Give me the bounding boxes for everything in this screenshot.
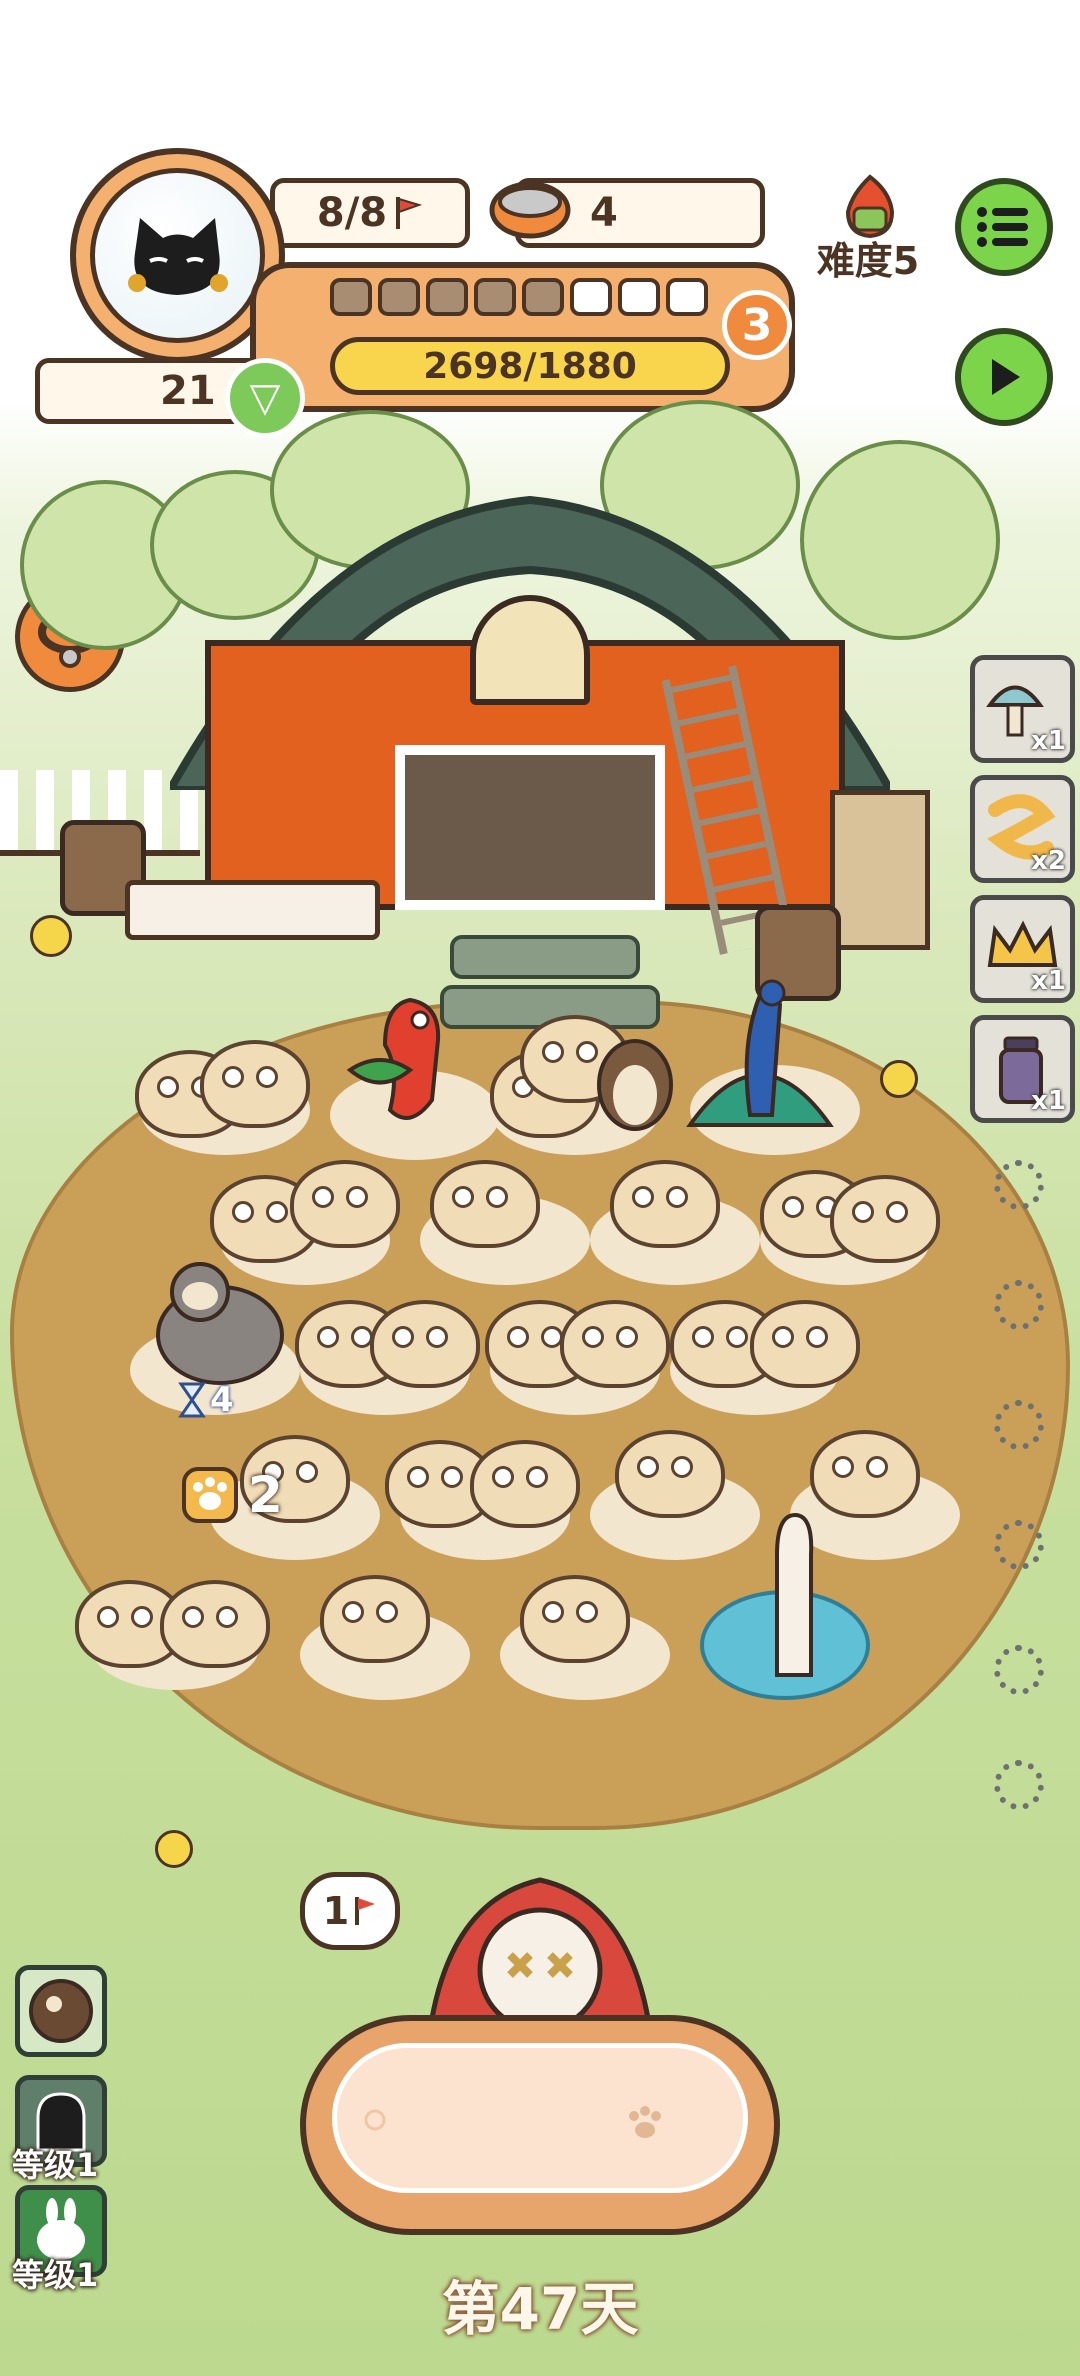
sun-icon <box>364 2109 386 2131</box>
stone-slab <box>450 935 640 979</box>
black-cat-icon <box>128 218 228 295</box>
item-count: x1 <box>1031 966 1066 996</box>
jester-character[interactable] <box>370 1860 710 2030</box>
day-label: 第47天 <box>441 2275 639 2343</box>
item-slot-jar[interactable]: x1 <box>970 1015 1075 1123</box>
difficulty-label: 难度5 <box>816 239 920 283</box>
xp-progress-text: 2698/1880 <box>423 345 637 387</box>
list-icon <box>977 207 1028 247</box>
hamster[interactable] <box>610 1160 720 1248</box>
sloth[interactable] <box>140 1250 290 1390</box>
empty-slot-icon <box>994 1520 1044 1570</box>
play-button[interactable] <box>955 328 1053 426</box>
sloth-timer-value: 4 <box>210 1380 234 1420</box>
play-icon <box>992 359 1020 395</box>
hamster[interactable] <box>750 1300 860 1388</box>
food-value: 4 <box>590 190 618 236</box>
weasel[interactable] <box>755 1505 825 1685</box>
food-bowl-icon <box>489 181 571 239</box>
level-value: 3 <box>741 299 773 351</box>
empty-slot-icon <box>994 1400 1044 1450</box>
item-count: x2 <box>1031 846 1066 876</box>
sloth-timer: 4 <box>178 1380 234 1420</box>
speech-bubble-value: 1 <box>322 1889 350 1933</box>
empty-slot-icon <box>994 1760 1044 1810</box>
item-slot-crown[interactable]: x1 <box>970 895 1075 1003</box>
capacity-counter: 8/8 <box>270 178 470 248</box>
hamster[interactable] <box>615 1430 725 1518</box>
avatar-frame <box>90 168 265 343</box>
item-slot-mushroom[interactable]: x1 <box>970 655 1075 763</box>
hearts-value: 21 <box>160 368 216 414</box>
menu-button[interactable] <box>955 178 1053 276</box>
coconut-icon <box>29 1979 93 2043</box>
flower <box>30 915 72 957</box>
flower <box>880 1060 918 1098</box>
item-count: x1 <box>1031 1086 1066 1116</box>
heart-icon: ▽ <box>225 358 305 438</box>
segment <box>522 278 564 316</box>
flower <box>155 1830 193 1868</box>
segment <box>666 278 708 316</box>
capacity-value: 8/8 <box>316 190 388 236</box>
item-count: x1 <box>1031 726 1066 756</box>
peacock[interactable] <box>680 965 840 1145</box>
empty-slot-icon <box>994 1160 1044 1210</box>
hamster[interactable] <box>200 1040 310 1128</box>
segment <box>618 278 660 316</box>
action-button[interactable] <box>300 2015 780 2235</box>
owl[interactable] <box>590 1025 680 1135</box>
segment <box>426 278 468 316</box>
paw-icon <box>182 1467 238 1523</box>
segment <box>330 278 372 316</box>
ghost-pet-level: 等级1 <box>12 2146 99 2184</box>
segment <box>570 278 612 316</box>
difficulty-indicator[interactable]: 难度5 <box>808 172 928 283</box>
flag-icon <box>396 197 423 229</box>
parrot[interactable] <box>340 990 470 1140</box>
hamster[interactable] <box>810 1430 920 1518</box>
level-badge: 3 <box>722 290 792 360</box>
coconut-button[interactable] <box>15 1965 107 2057</box>
hamster[interactable] <box>320 1575 430 1663</box>
hamster[interactable] <box>370 1300 480 1388</box>
carrot-planter <box>125 880 380 940</box>
hamster[interactable] <box>560 1300 670 1388</box>
hamster[interactable] <box>160 1580 270 1668</box>
hay-loft <box>470 595 590 705</box>
segment <box>378 278 420 316</box>
hamster[interactable] <box>430 1160 540 1248</box>
segment <box>474 278 516 316</box>
moon-icon <box>709 2106 723 2134</box>
hamster[interactable] <box>830 1175 940 1263</box>
empty-slot-icon <box>994 1280 1044 1330</box>
paw-icon <box>629 2106 661 2138</box>
level-segments <box>330 278 708 316</box>
paw-count-value: 2 <box>248 1466 283 1524</box>
item-slot-worm[interactable]: x2 <box>970 775 1075 883</box>
hamster[interactable] <box>470 1440 580 1528</box>
barn-door <box>395 745 665 910</box>
apple-crate <box>830 790 930 950</box>
xp-progress-bar: 2698/1880 <box>330 337 730 395</box>
hourglass-icon <box>178 1382 206 1418</box>
paw-counter: 2 <box>180 1465 283 1525</box>
empty-slot-icon <box>994 1645 1044 1695</box>
hamster[interactable] <box>520 1575 630 1663</box>
hamster[interactable] <box>290 1160 400 1248</box>
action-button-face <box>332 2043 748 2193</box>
